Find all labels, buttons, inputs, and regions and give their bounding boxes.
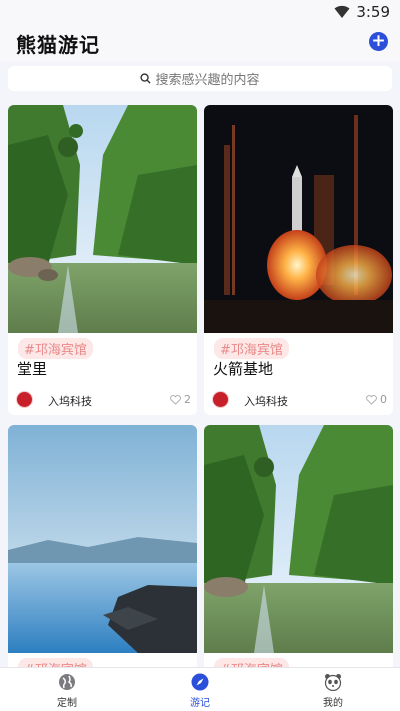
travel-card[interactable]: #邛海宾馆 xyxy=(8,425,197,667)
plus-icon: + xyxy=(371,31,386,51)
search-icon xyxy=(140,73,152,84)
card-tag[interactable]: #邛海宾馆 xyxy=(214,338,289,359)
card-image xyxy=(8,425,197,653)
card-tag[interactable]: #邛海宾馆 xyxy=(18,658,93,667)
status-bar: 3:59 xyxy=(0,0,400,24)
card-feed[interactable]: #邛海宾馆 堂里 入坞科技 2 #邛海宾馆 火箭基地 入坞科技 0 xyxy=(0,103,400,667)
globe-icon xyxy=(59,674,75,690)
status-icons: 3:59 xyxy=(334,3,390,21)
card-image xyxy=(8,105,197,333)
tab-label: 游记 xyxy=(190,698,210,709)
panda-icon xyxy=(324,674,342,691)
add-button[interactable]: + xyxy=(369,32,388,51)
like-count: 0 xyxy=(380,393,387,406)
like-button[interactable]: 0 xyxy=(366,393,387,406)
travel-card[interactable]: #邛海宾馆 xyxy=(204,425,393,667)
travel-card[interactable]: #邛海宾馆 火箭基地 入坞科技 0 xyxy=(204,105,393,415)
compass-icon xyxy=(191,673,209,691)
tab-custom[interactable]: 定制 xyxy=(37,673,97,711)
search-placeholder: 搜索感兴趣的内容 xyxy=(155,73,260,88)
like-count: 2 xyxy=(184,393,191,406)
tab-mine[interactable]: 我的 xyxy=(303,673,363,711)
status-time: 3:59 xyxy=(356,3,390,21)
card-image xyxy=(204,425,393,653)
heart-icon xyxy=(366,394,377,405)
avatar xyxy=(212,391,229,408)
author-name: 入坞科技 xyxy=(244,395,288,408)
avatar xyxy=(16,391,33,408)
card-title: 堂里 xyxy=(17,360,48,378)
card-tag[interactable]: #邛海宾馆 xyxy=(214,658,289,667)
travel-card[interactable]: #邛海宾馆 堂里 入坞科技 2 xyxy=(8,105,197,415)
card-tag[interactable]: #邛海宾馆 xyxy=(18,338,93,359)
tab-label: 定制 xyxy=(57,698,77,709)
search-input[interactable]: 搜索感兴趣的内容 xyxy=(8,66,392,91)
card-footer: 入坞科技 2 xyxy=(16,389,191,409)
card-footer: 入坞科技 0 xyxy=(212,389,387,409)
wifi-icon xyxy=(334,5,350,19)
like-button[interactable]: 2 xyxy=(170,393,191,406)
bottom-tab-bar: 定制 游记 我的 xyxy=(0,667,400,711)
app-header: 熊猫游记 + xyxy=(0,24,400,62)
page-title: 熊猫游记 xyxy=(16,33,100,57)
author-name: 入坞科技 xyxy=(48,395,92,408)
tab-label: 我的 xyxy=(323,698,343,709)
card-image xyxy=(204,105,393,333)
card-title: 火箭基地 xyxy=(213,360,274,378)
heart-icon xyxy=(170,394,181,405)
tab-travel-notes[interactable]: 游记 xyxy=(170,673,230,711)
